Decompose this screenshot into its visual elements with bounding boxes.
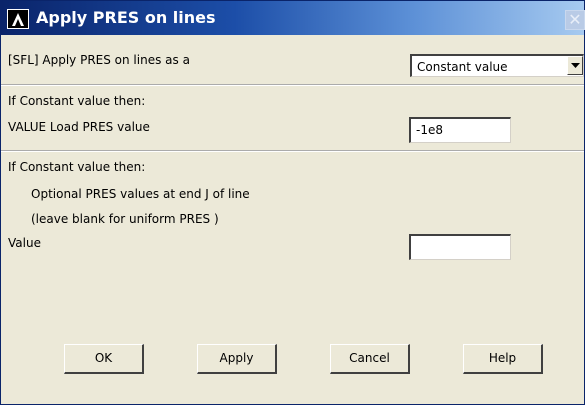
end-value-field[interactable] xyxy=(409,234,511,260)
ansys-logo-icon xyxy=(7,9,29,29)
ok-button[interactable]: OK xyxy=(64,344,144,374)
constant-value-header: If Constant value then: xyxy=(8,94,146,108)
optional-description-line2: (leave blank for uniform PRES ) xyxy=(31,212,219,226)
apply-as-section: [SFL] Apply PRES on lines as a Constant … xyxy=(1,35,584,86)
help-button[interactable]: Help xyxy=(463,344,543,374)
load-pres-label: VALUE Load PRES value xyxy=(8,120,150,134)
optional-header: If Constant value then: xyxy=(8,160,146,174)
apply-button[interactable]: Apply xyxy=(197,344,277,374)
apply-as-label: [SFL] Apply PRES on lines as a xyxy=(8,53,190,67)
constant-value-section: If Constant value then: VALUE Load PRES … xyxy=(1,86,584,152)
close-button[interactable]: ✕ xyxy=(565,10,585,30)
title-bar[interactable]: Apply PRES on lines ✕ xyxy=(1,1,585,35)
load-pres-value-field[interactable]: -1e8 xyxy=(409,117,511,143)
optional-description-line1: Optional PRES values at end J of line xyxy=(31,187,250,201)
chevron-down-icon xyxy=(571,63,580,68)
apply-as-dropdown[interactable]: Constant value xyxy=(410,54,584,77)
window-title: Apply PRES on lines xyxy=(36,8,216,27)
dropdown-button[interactable] xyxy=(567,56,583,75)
apply-pres-dialog: Apply PRES on lines ✕ [SFL] Apply PRES o… xyxy=(0,0,585,405)
dropdown-value: Constant value xyxy=(417,60,508,74)
cancel-button[interactable]: Cancel xyxy=(330,344,410,374)
optional-end-values-section: If Constant value then: Optional PRES va… xyxy=(1,152,584,398)
close-icon: ✕ xyxy=(568,10,582,29)
end-value-label: Value xyxy=(8,236,41,250)
